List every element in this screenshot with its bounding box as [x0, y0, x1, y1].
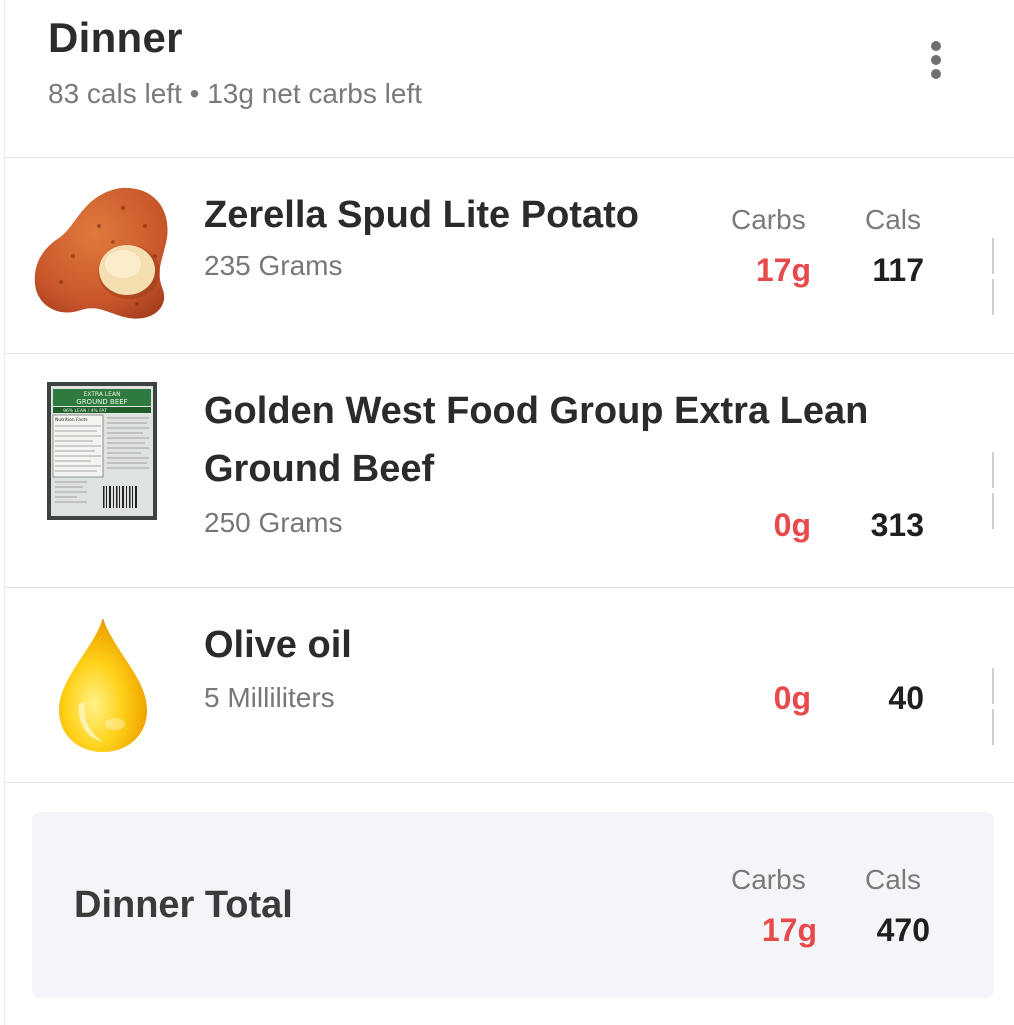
total-carbs: 17g — [761, 912, 817, 948]
food-row-potato[interactable]: Zerella Spud Lite Potato 235 Grams Carbs… — [5, 158, 1014, 354]
meal-title: Dinner — [48, 14, 183, 61]
meal-total-panel: Dinner Total Carbs Cals 17g 470 — [32, 812, 994, 998]
food-name-line-2: Ground Beef — [204, 448, 435, 490]
potato-icon — [34, 187, 168, 319]
food-name: Olive oil — [204, 624, 352, 666]
food-cals: 313 — [870, 507, 924, 543]
cals-column-label: Cals — [865, 204, 922, 235]
label-extra-lean: EXTRA LEAN — [83, 391, 120, 398]
meal-card: Dinner 83 cals left • 13g net carbs left — [4, 0, 1014, 1025]
food-row-olive-oil[interactable]: Olive oil 5 Milliliters 0g 40 — [5, 588, 1014, 783]
meal-total-label: Dinner Total — [74, 884, 293, 926]
drag-handle-icon[interactable] — [992, 452, 1000, 529]
label-lean-fat: 96% LEAN / 4% FAT — [63, 408, 107, 414]
food-cals: 40 — [888, 680, 924, 716]
total-cals: 470 — [876, 912, 930, 948]
carbs-column-label: Carbs — [731, 204, 806, 235]
oil-drop-icon — [59, 618, 147, 752]
drag-handle-icon[interactable] — [992, 238, 1000, 315]
drag-handle-icon[interactable] — [992, 668, 1000, 745]
ground-beef-package-icon: EXTRA LEAN GROUND BEEF 96% LEAN / 4% FAT… — [47, 382, 157, 520]
food-row-ground-beef[interactable]: EXTRA LEAN GROUND BEEF 96% LEAN / 4% FAT… — [5, 354, 1014, 588]
total-carbs-column-label: Carbs — [731, 864, 806, 895]
more-options-icon[interactable] — [918, 38, 954, 86]
meal-header: Dinner 83 cals left • 13g net carbs left — [5, 0, 1014, 158]
food-name: Zerella Spud Lite Potato — [204, 194, 639, 236]
food-quantity: 235 Grams — [204, 250, 343, 281]
label-ground-beef: GROUND BEEF — [76, 398, 127, 406]
food-cals: 117 — [872, 252, 924, 288]
total-cals-column-label: Cals — [865, 864, 922, 895]
food-quantity: 250 Grams — [204, 507, 343, 538]
food-carbs: 0g — [773, 507, 811, 543]
label-nutrition-facts: Nutrition Facts — [55, 417, 88, 423]
food-carbs: 0g — [773, 680, 811, 716]
meal-remaining-summary: 83 cals left • 13g net carbs left — [48, 78, 423, 109]
food-quantity: 5 Milliliters — [204, 682, 335, 713]
food-carbs: 17g — [755, 252, 811, 288]
food-name-line-1: Golden West Food Group Extra Lean — [204, 390, 869, 432]
